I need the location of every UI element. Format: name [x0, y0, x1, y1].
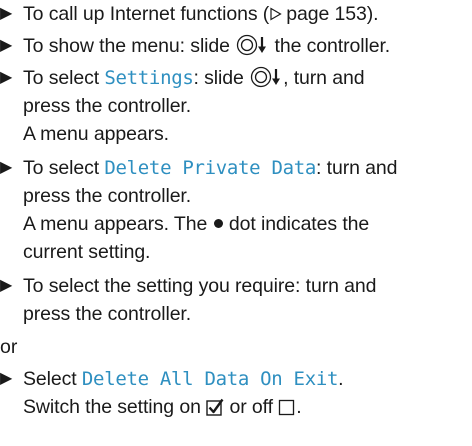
step-result-text: current setting.: [23, 241, 151, 263]
step-line: Switch the setting on or off .: [0, 393, 470, 421]
step-line: To show the menu: slide the controller.: [0, 32, 470, 60]
step-text: To select: [23, 157, 105, 179]
page-reference-link[interactable]: page 153: [286, 3, 367, 25]
step-text: : slide: [193, 67, 250, 89]
step-text: press the controller.: [23, 185, 192, 207]
step-select-delete-private-data: ▶ To select Delete Private Data: turn an…: [0, 154, 470, 266]
step-text: To show the menu: slide: [23, 35, 236, 57]
step-select-settings: ▶ To select Settings: slide , turn and p…: [0, 64, 470, 148]
step-text: Switch the setting on: [23, 396, 207, 418]
step-text: Select: [23, 368, 82, 390]
step-internet-functions: ▶ To call up Internet functions (page 15…: [0, 0, 470, 28]
menu-term-delete-private-data: Delete Private Data: [104, 157, 317, 179]
controller-slide-down-icon: [237, 34, 267, 56]
step-show-menu: ▶ To show the menu: slide the controller…: [0, 32, 470, 60]
step-line: press the controller.: [0, 300, 470, 328]
selected-option-dot-icon: [213, 219, 223, 228]
or-separator: or: [0, 336, 18, 358]
step-text: .: [338, 368, 344, 390]
step-text: press the controller.: [23, 95, 192, 117]
step-text: : turn and: [316, 157, 398, 179]
manual-page: ▶ To call up Internet functions (page 15…: [0, 0, 472, 446]
step-line: Select Delete All Data On Exit.: [0, 365, 470, 393]
step-text: .: [296, 396, 302, 418]
step-text: , turn and: [283, 67, 365, 89]
step-line: To select Delete Private Data: turn and: [0, 154, 470, 182]
step-line: press the controller.: [0, 182, 470, 210]
step-line: To call up Internet functions ( page 153)…: [0, 0, 470, 28]
step-text: To select: [23, 67, 105, 89]
step-result-line: A menu appears.: [0, 120, 470, 148]
step-text: To select the setting you require: turn …: [23, 275, 377, 297]
controller-slide-down-icon: [250, 66, 281, 88]
step-text: ).: [366, 3, 379, 25]
step-text: the controller.: [269, 35, 391, 57]
step-result-line: A menu appears. The dot indicates the: [0, 210, 470, 238]
checkbox-checked-icon: [206, 398, 224, 416]
step-text: or off: [224, 396, 279, 418]
step-line: press the controller.: [0, 92, 470, 120]
page-reference-triangle-icon: [270, 7, 282, 21]
step-delete-all-data-on-exit: ▶ Select Delete All Data On Exit. Switch…: [0, 365, 470, 421]
step-select-setting: ▶ To select the setting you require: tur…: [0, 272, 470, 328]
step-result-line: current setting.: [0, 238, 470, 266]
step-line: To select the setting you require: turn …: [0, 272, 470, 300]
step-text: press the controller.: [23, 303, 192, 325]
step-text: To call up Internet functions (: [23, 3, 270, 25]
menu-term-settings: Settings: [104, 67, 194, 89]
step-line: To select Settings: slide , turn and: [0, 64, 470, 92]
checkbox-unchecked-icon: [279, 399, 295, 416]
step-result-text: A menu appears. The: [23, 213, 213, 235]
menu-term-delete-all-data-on-exit: Delete All Data On Exit: [81, 368, 339, 390]
step-result-text: dot indicates the: [223, 213, 370, 235]
step-result-text: A menu appears.: [23, 123, 169, 145]
